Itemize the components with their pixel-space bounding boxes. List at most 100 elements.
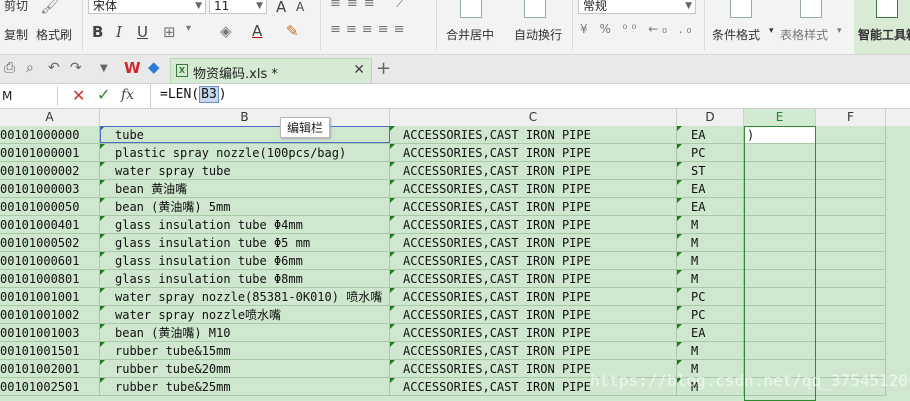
cell-code[interactable]: 00101001003	[0, 324, 100, 342]
cell-category[interactable]: ACCESSORIES,CAST IRON PIPE	[390, 126, 677, 144]
italic-button[interactable]: I	[116, 23, 122, 41]
cell-category[interactable]: ACCESSORIES,CAST IRON PIPE	[390, 144, 677, 162]
vertical-align-icons[interactable]: ≡≡≡	[330, 0, 381, 11]
table-style-button[interactable]: 表格样式	[780, 26, 828, 43]
cell-category[interactable]: ACCESSORIES,CAST IRON PIPE	[390, 234, 677, 252]
close-icon[interactable]: ✕	[353, 62, 365, 78]
cell-name[interactable]: water spray nozzle(85381-0K010) 喷水嘴	[100, 288, 390, 306]
cell-code[interactable]: 00101000401	[0, 216, 100, 234]
font-color-button[interactable]: A	[252, 22, 262, 40]
cancel-icon[interactable]: ✕	[72, 86, 85, 105]
cell-name[interactable]: bean 黄油嘴	[100, 180, 390, 198]
cell-e[interactable]	[744, 162, 816, 180]
font-size-select[interactable]: 11 ▼	[209, 0, 267, 14]
cell-unit[interactable]: M	[677, 360, 744, 378]
cell-unit[interactable]: PC	[677, 288, 744, 306]
column-header-b[interactable]: B	[100, 109, 390, 126]
cell-category[interactable]: ACCESSORIES,CAST IRON PIPE	[390, 324, 677, 342]
decrease-font-button[interactable]: A	[296, 0, 304, 14]
cell-f[interactable]	[816, 180, 886, 198]
cell-category[interactable]: ACCESSORIES,CAST IRON PIPE	[390, 378, 677, 396]
cell-code[interactable]: 00101001501	[0, 342, 100, 360]
cell-name[interactable]: glass insulation tube Φ6mm	[100, 252, 390, 270]
bold-button[interactable]: B	[92, 23, 103, 41]
cell-name[interactable]: rubber tube&15mm	[100, 342, 390, 360]
border-icon[interactable]: ⊞	[163, 23, 176, 41]
cell-f[interactable]	[816, 306, 886, 324]
active-cell-editor[interactable]: )	[745, 126, 815, 143]
cell-code[interactable]: 00101000050	[0, 198, 100, 216]
cell-code[interactable]: 00101001002	[0, 306, 100, 324]
clear-format-icon[interactable]: ✎	[286, 22, 299, 40]
cell-name[interactable]: bean (黄油嘴) M10	[100, 324, 390, 342]
chevron-down-icon[interactable]: ▾	[769, 26, 774, 36]
cell-e[interactable]	[744, 144, 816, 162]
number-style-icons[interactable]: ¥ % ⁰⁰ ←₀ .₀	[580, 22, 695, 36]
copy-button[interactable]: 复制	[4, 26, 28, 43]
cell-name[interactable]: glass insulation tube Φ4mm	[100, 216, 390, 234]
number-format-select[interactable]: 常规 ▼	[578, 0, 696, 14]
cube-icon[interactable]: ◆	[148, 58, 160, 76]
cell-unit[interactable]: EA	[677, 198, 744, 216]
cell-f[interactable]	[816, 342, 886, 360]
cell-unit[interactable]: M	[677, 270, 744, 288]
cell-code[interactable]: 00101000601	[0, 252, 100, 270]
increase-font-button[interactable]: A	[276, 0, 286, 16]
cell-code[interactable]: 00101000003	[0, 180, 100, 198]
cell-f[interactable]	[816, 216, 886, 234]
cell-code[interactable]: 00101000002	[0, 162, 100, 180]
cell-category[interactable]: ACCESSORIES,CAST IRON PIPE	[390, 342, 677, 360]
cell-e[interactable]	[744, 216, 816, 234]
cell-name[interactable]: glass insulation tube Φ8mm	[100, 270, 390, 288]
undo-icon[interactable]: ↶	[48, 60, 60, 76]
cell-unit[interactable]: EA	[677, 126, 744, 144]
column-header-a[interactable]: A	[0, 109, 100, 126]
cell-unit[interactable]: PC	[677, 144, 744, 162]
cell-f[interactable]	[816, 234, 886, 252]
cell-unit[interactable]: M	[677, 234, 744, 252]
column-header-c[interactable]: C	[390, 109, 677, 126]
cell-e[interactable]	[744, 288, 816, 306]
cell-category[interactable]: ACCESSORIES,CAST IRON PIPE	[390, 270, 677, 288]
cell-code[interactable]: 00101000801	[0, 270, 100, 288]
fill-color-icon[interactable]: ◈	[220, 22, 232, 40]
orientation-icon[interactable]: ⟋	[396, 0, 405, 11]
cell-category[interactable]: ACCESSORIES,CAST IRON PIPE	[390, 360, 677, 378]
cell-name[interactable]: water spray tube	[100, 162, 390, 180]
cell-code[interactable]: 00101002501	[0, 378, 100, 396]
cell-f[interactable]	[816, 198, 886, 216]
cell-f[interactable]	[816, 288, 886, 306]
cell-name[interactable]: rubber tube&20mm	[100, 360, 390, 378]
cell-unit[interactable]: ST	[677, 162, 744, 180]
cell-name[interactable]: rubber tube&25mm	[100, 378, 390, 396]
conditional-format-button[interactable]: 条件格式	[712, 26, 760, 43]
print-icon[interactable]: ⎙	[4, 60, 15, 76]
cell-e[interactable]	[744, 360, 816, 378]
cell-e[interactable]	[744, 342, 816, 360]
cell-category[interactable]: ACCESSORIES,CAST IRON PIPE	[390, 162, 677, 180]
cell-f[interactable]	[816, 144, 886, 162]
formula-input[interactable]: =LEN(B3)	[160, 86, 227, 103]
column-header-g[interactable]	[886, 109, 910, 126]
cell-category[interactable]: ACCESSORIES,CAST IRON PIPE	[390, 306, 677, 324]
format-painter-button[interactable]: 格式刷	[36, 26, 72, 43]
cell-unit[interactable]: M	[677, 378, 744, 396]
cell-f[interactable]	[816, 378, 886, 396]
underline-button[interactable]: U	[137, 23, 148, 41]
cell-code[interactable]: 00101002001	[0, 360, 100, 378]
column-header-f[interactable]: F	[816, 109, 886, 126]
cell-unit[interactable]: EA	[677, 180, 744, 198]
cell-e[interactable]	[744, 306, 816, 324]
smart-toolbox-button[interactable]: 智能工具箱	[858, 26, 910, 43]
spreadsheet-grid[interactable]: 00101000000 tube ACCESSORIES,CAST IRON PIP…	[0, 126, 910, 401]
cell-category[interactable]: ACCESSORIES,CAST IRON PIPE	[390, 216, 677, 234]
align-icons[interactable]: ≡≡≡≡≡	[330, 22, 409, 37]
new-tab-icon[interactable]: +	[376, 58, 391, 79]
cell-e[interactable]	[744, 324, 816, 342]
cell-unit[interactable]: M	[677, 342, 744, 360]
cell-e[interactable]	[744, 180, 816, 198]
cell-unit[interactable]: EA	[677, 324, 744, 342]
confirm-icon[interactable]: ✓	[97, 85, 110, 104]
cell-category[interactable]: ACCESSORIES,CAST IRON PIPE	[390, 180, 677, 198]
column-header-e[interactable]: E	[744, 109, 816, 126]
